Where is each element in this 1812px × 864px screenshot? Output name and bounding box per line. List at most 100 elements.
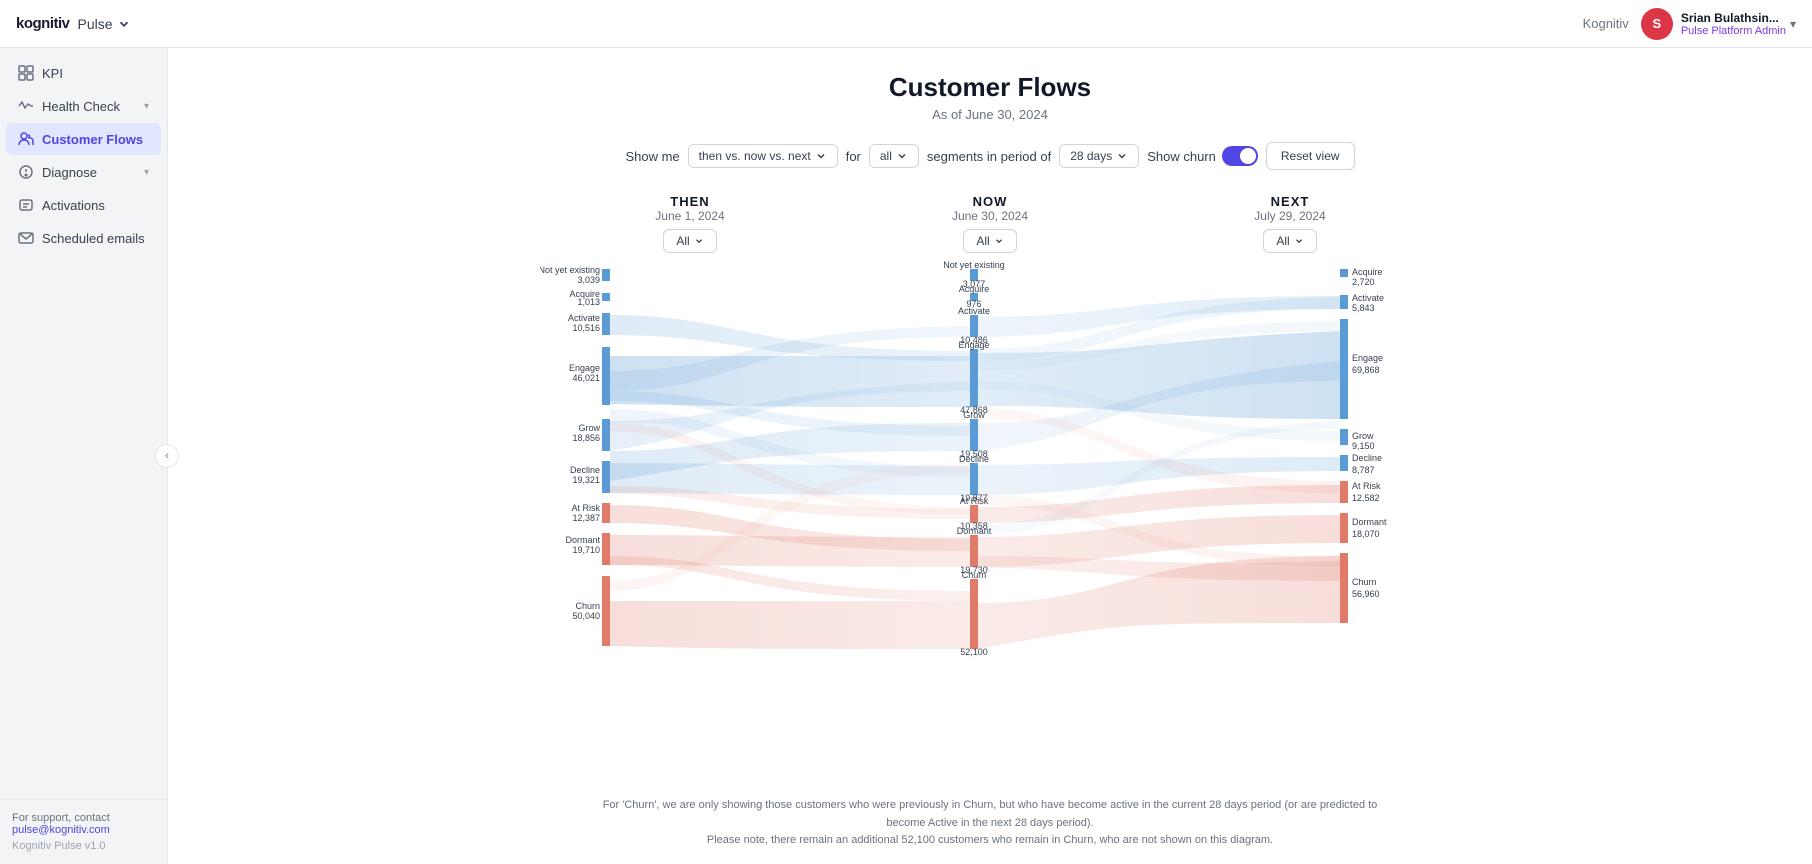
svg-text:12,387: 12,387 [572, 513, 600, 523]
now-column-header: NOW June 30, 2024 All [840, 194, 1140, 253]
svg-text:Activate: Activate [958, 306, 990, 316]
next-title: NEXT [1140, 194, 1440, 209]
main-content: Customer Flows As of June 30, 2024 Show … [168, 48, 1812, 864]
app-name: Pulse [78, 16, 113, 32]
show-me-select[interactable]: then vs. now vs. next [688, 144, 838, 168]
sidebar-item-diagnose-label: Diagnose [42, 165, 136, 180]
node-now-engage[interactable] [970, 349, 978, 407]
for-select[interactable]: all [869, 144, 919, 168]
then-title: THEN [540, 194, 840, 209]
svg-text:19,321: 19,321 [572, 475, 600, 485]
node-next-dormant[interactable] [1340, 513, 1348, 543]
svg-text:50,040: 50,040 [572, 611, 600, 621]
show-churn-toggle[interactable] [1222, 146, 1258, 166]
node-next-engage[interactable] [1340, 319, 1348, 419]
node-now-dormant[interactable] [970, 535, 978, 567]
flow-then-now-churn-churn [610, 601, 970, 649]
reset-view-button[interactable]: Reset view [1266, 142, 1355, 170]
node-now-churn[interactable] [970, 579, 978, 649]
svg-text:Churn: Churn [575, 601, 600, 611]
filter-controls: Show me then vs. now vs. next for all se… [192, 142, 1788, 170]
sankey-svg: Not yet existing 3,039 Acquire 1,013 Act… [540, 261, 1440, 781]
node-next-acquire[interactable] [1340, 269, 1348, 277]
svg-text:46,021: 46,021 [572, 373, 600, 383]
svg-text:69,868: 69,868 [1352, 365, 1380, 375]
node-then-not-yet-existing[interactable] [602, 269, 610, 281]
org-name: Kognitiv [1583, 16, 1629, 31]
svg-text:Dormant: Dormant [1352, 517, 1387, 527]
sidebar-item-diagnose[interactable]: Diagnose ▾ [6, 156, 161, 188]
node-next-activate[interactable] [1340, 295, 1348, 309]
segments-label: segments in period of [927, 149, 1051, 164]
username: Srian Bulathsin... [1681, 11, 1786, 25]
support-email[interactable]: pulse@kognitiv.com [12, 824, 155, 836]
node-then-acquire[interactable] [602, 293, 610, 301]
node-now-grow[interactable] [970, 419, 978, 451]
sidebar-item-customer-flows-label: Customer Flows [42, 132, 149, 147]
support-text: For support, contact [12, 812, 155, 824]
page-subtitle: As of June 30, 2024 [192, 107, 1788, 122]
svg-text:Decline: Decline [959, 454, 989, 464]
sidebar-item-kpi[interactable]: KPI [6, 57, 161, 89]
version-label: Kognitiv Pulse v1.0 [12, 840, 155, 852]
sidebar-item-activations[interactable]: Activations [6, 189, 161, 221]
period-value: 28 days [1070, 149, 1112, 163]
sidebar-item-health-check[interactable]: Health Check ▾ [6, 90, 161, 122]
now-filter-select[interactable]: All [963, 229, 1016, 253]
svg-text:Not yet existing: Not yet existing [540, 265, 600, 275]
next-filter-select[interactable]: All [1263, 229, 1316, 253]
logo: kognitiv [16, 15, 70, 32]
svg-text:Churn: Churn [962, 570, 987, 580]
sidebar-footer: For support, contact pulse@kognitiv.com … [0, 799, 167, 864]
diagnose-chevron: ▾ [144, 167, 149, 178]
sankey-diagram: Not yet existing 3,039 Acquire 1,013 Act… [192, 261, 1788, 781]
node-then-decline[interactable] [602, 461, 610, 493]
footer-note-2: Please note, there remain an additional … [600, 832, 1380, 850]
svg-text:Activate: Activate [568, 313, 600, 323]
then-date: June 1, 2024 [540, 209, 840, 223]
svg-text:2,720: 2,720 [1352, 277, 1375, 287]
next-column-header: NEXT July 29, 2024 All [1140, 194, 1440, 253]
then-filter-value: All [676, 234, 689, 248]
sidebar-collapse-button[interactable]: ‹ [155, 444, 179, 468]
svg-text:Dormant: Dormant [565, 535, 600, 545]
node-now-decline[interactable] [970, 463, 978, 495]
footer-note-1: For 'Churn', we are only showing those c… [600, 797, 1380, 832]
then-filter-select[interactable]: All [663, 229, 716, 253]
sidebar-item-scheduled-emails[interactable]: Scheduled emails [6, 222, 161, 254]
svg-text:18,070: 18,070 [1352, 529, 1380, 539]
node-next-decline[interactable] [1340, 455, 1348, 471]
node-then-grow[interactable] [602, 419, 610, 451]
user-menu-chevron[interactable]: ▾ [1790, 17, 1796, 31]
period-select[interactable]: 28 days [1059, 144, 1139, 168]
node-then-engage[interactable] [602, 347, 610, 405]
svg-text:56,960: 56,960 [1352, 589, 1380, 599]
node-next-at-risk[interactable] [1340, 481, 1348, 503]
sidebar-item-activations-label: Activations [42, 198, 149, 213]
column-headers: THEN June 1, 2024 All NOW June 30, 2024 … [540, 194, 1440, 253]
activity-icon [18, 98, 34, 114]
svg-text:At Risk: At Risk [1352, 481, 1381, 491]
top-navigation: kognitiv Pulse Kognitiv S Srian Bulathsi… [0, 0, 1812, 48]
sidebar-item-customer-flows[interactable]: Customer Flows [6, 123, 161, 155]
show-churn-toggle-container: Show churn [1147, 146, 1258, 166]
node-next-grow[interactable] [1340, 429, 1348, 445]
svg-text:10,516: 10,516 [572, 323, 600, 333]
app-selector[interactable]: Pulse [78, 16, 131, 32]
svg-text:Activate: Activate [1352, 293, 1384, 303]
node-then-activate[interactable] [602, 313, 610, 335]
svg-text:Engage: Engage [958, 340, 989, 350]
sidebar-item-health-check-label: Health Check [42, 99, 136, 114]
node-then-churn[interactable] [602, 576, 610, 646]
node-next-churn[interactable] [1340, 553, 1348, 623]
svg-text:Grow: Grow [578, 423, 600, 433]
svg-text:Acquire: Acquire [959, 284, 990, 294]
grid-icon [18, 65, 34, 81]
svg-text:Not yet existing: Not yet existing [943, 261, 1005, 270]
node-now-activate[interactable] [970, 315, 978, 337]
node-then-at-risk[interactable] [602, 503, 610, 523]
sidebar-item-scheduled-emails-label: Scheduled emails [42, 231, 149, 246]
node-then-dormant[interactable] [602, 533, 610, 565]
svg-text:12,582: 12,582 [1352, 493, 1380, 503]
toggle-knob [1240, 148, 1256, 164]
